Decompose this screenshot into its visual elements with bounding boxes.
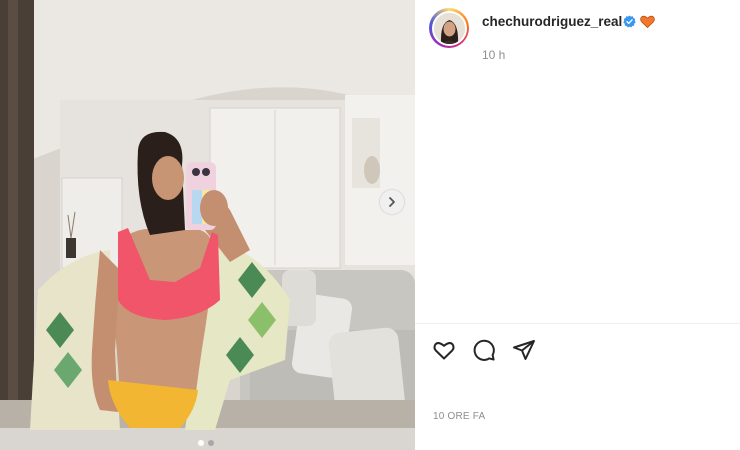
post-photo xyxy=(0,0,415,450)
carousel-next-button[interactable] xyxy=(380,190,404,214)
comment-bubble-icon[interactable] xyxy=(472,338,496,362)
paper-plane-icon[interactable] xyxy=(512,338,536,362)
divider xyxy=(415,323,740,324)
story-ring[interactable] xyxy=(429,8,469,48)
post-time-ago: 10 ORE FA xyxy=(433,411,486,422)
post-timestamp: 10 h xyxy=(482,48,506,62)
avatar xyxy=(433,12,465,44)
verified-badge-icon xyxy=(623,15,636,28)
post-side-panel: chechurodriguez_real 10 h 10 ORE FA xyxy=(415,0,740,450)
carousel-dot xyxy=(208,440,214,446)
heart-outline-icon[interactable] xyxy=(432,338,456,362)
carousel-dot-active xyxy=(198,440,204,446)
username-link[interactable]: chechurodriguez_real xyxy=(482,14,622,29)
chevron-right-icon xyxy=(389,197,395,207)
carousel-indicator xyxy=(198,440,214,446)
post-media[interactable] xyxy=(0,0,415,450)
orange-heart-icon xyxy=(640,15,655,29)
